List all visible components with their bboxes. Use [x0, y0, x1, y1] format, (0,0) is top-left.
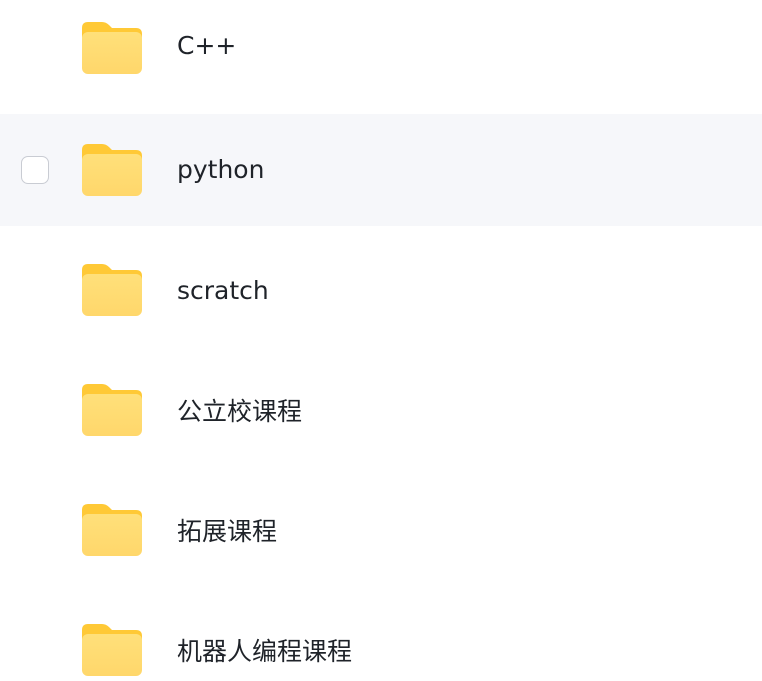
file-list: C++ python scratch 公立校课程 拓展课程 机器人编程课程	[0, 0, 762, 681]
row-select-checkbox[interactable]	[21, 156, 49, 184]
file-list-item-scratch[interactable]: scratch	[0, 234, 762, 346]
file-name[interactable]: scratch	[177, 275, 269, 307]
folder-icon	[82, 384, 142, 436]
file-list-item-robot-programming-courses[interactable]: 机器人编程课程	[0, 594, 762, 681]
file-name[interactable]: 拓展课程	[177, 516, 277, 548]
folder-icon	[82, 504, 142, 556]
file-name[interactable]: C++	[177, 30, 236, 62]
file-name[interactable]: 公立校课程	[177, 396, 302, 428]
file-name[interactable]: python	[177, 154, 264, 186]
file-list-item-cpp[interactable]: C++	[0, 0, 762, 104]
folder-icon	[82, 264, 142, 316]
file-list-item-public-school-courses[interactable]: 公立校课程	[0, 354, 762, 466]
folder-icon	[82, 624, 142, 676]
file-name[interactable]: 机器人编程课程	[177, 636, 352, 668]
folder-icon	[82, 22, 142, 74]
folder-icon	[82, 144, 142, 196]
file-list-item-extension-courses[interactable]: 拓展课程	[0, 474, 762, 586]
file-list-item-python[interactable]: python	[0, 114, 762, 226]
